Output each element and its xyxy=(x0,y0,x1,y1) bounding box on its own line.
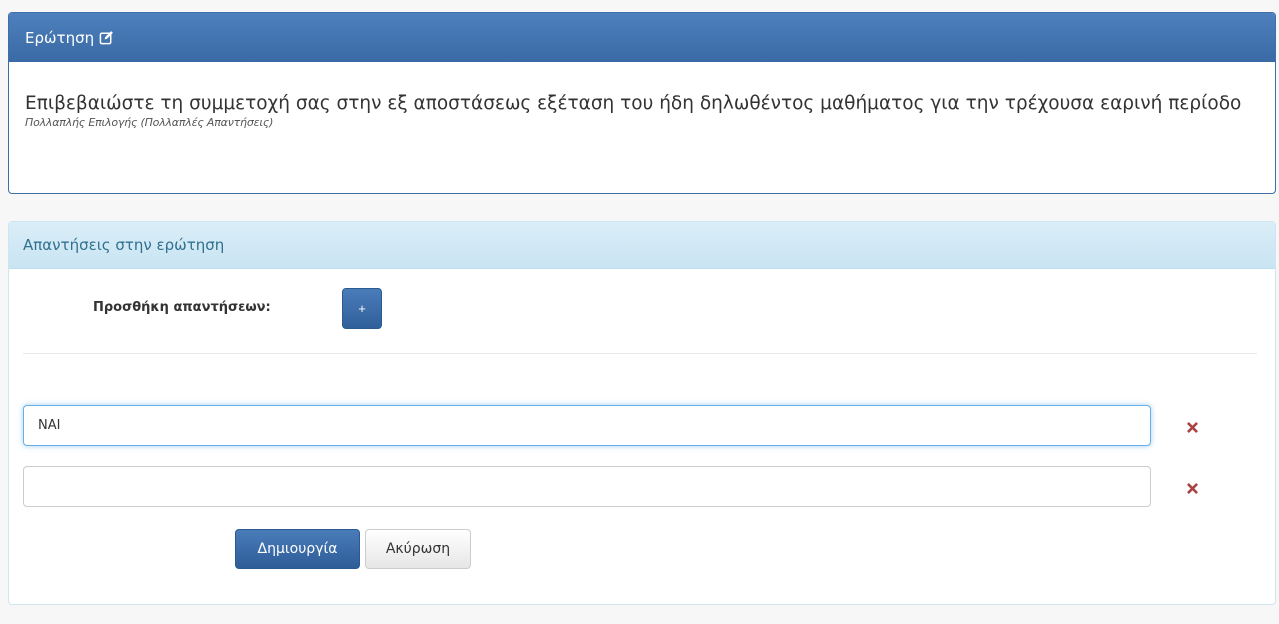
add-answers-row: Προσθήκη απαντήσεων: + xyxy=(9,288,1275,330)
question-panel: Ερώτηση Επιβεβαιώστε τη συμμετοχή σας στ… xyxy=(8,12,1276,194)
answers-panel: Απαντήσεις στην ερώτηση Προσθήκη απαντήσ… xyxy=(8,221,1276,605)
question-panel-body: Επιβεβαιώστε τη συμμετοχή σας στην εξ απ… xyxy=(9,62,1275,129)
remove-icon[interactable] xyxy=(1185,481,1199,495)
question-text: Επιβεβαιώστε τη συμμετοχή σας στην εξ απ… xyxy=(25,93,1242,114)
cancel-button[interactable]: Ακύρωση xyxy=(365,529,471,569)
question-heading-title: Ερώτηση xyxy=(25,28,95,47)
remove-icon[interactable] xyxy=(1185,420,1199,434)
add-answer-button[interactable]: + xyxy=(342,288,382,329)
answer-input-1[interactable] xyxy=(23,405,1151,446)
edit-icon[interactable] xyxy=(98,30,114,46)
divider xyxy=(23,353,1257,354)
add-answers-label: Προσθήκη απαντήσεων: xyxy=(93,300,271,315)
answers-panel-heading: Απαντήσεις στην ερώτηση xyxy=(9,222,1275,269)
answer-input-2[interactable] xyxy=(23,466,1151,507)
create-button[interactable]: Δημιουργία xyxy=(235,529,360,569)
question-type: Πολλαπλής Επιλογής (Πολλαπλές Απαντήσεις… xyxy=(25,116,274,129)
question-panel-heading: Ερώτηση xyxy=(9,13,1275,62)
